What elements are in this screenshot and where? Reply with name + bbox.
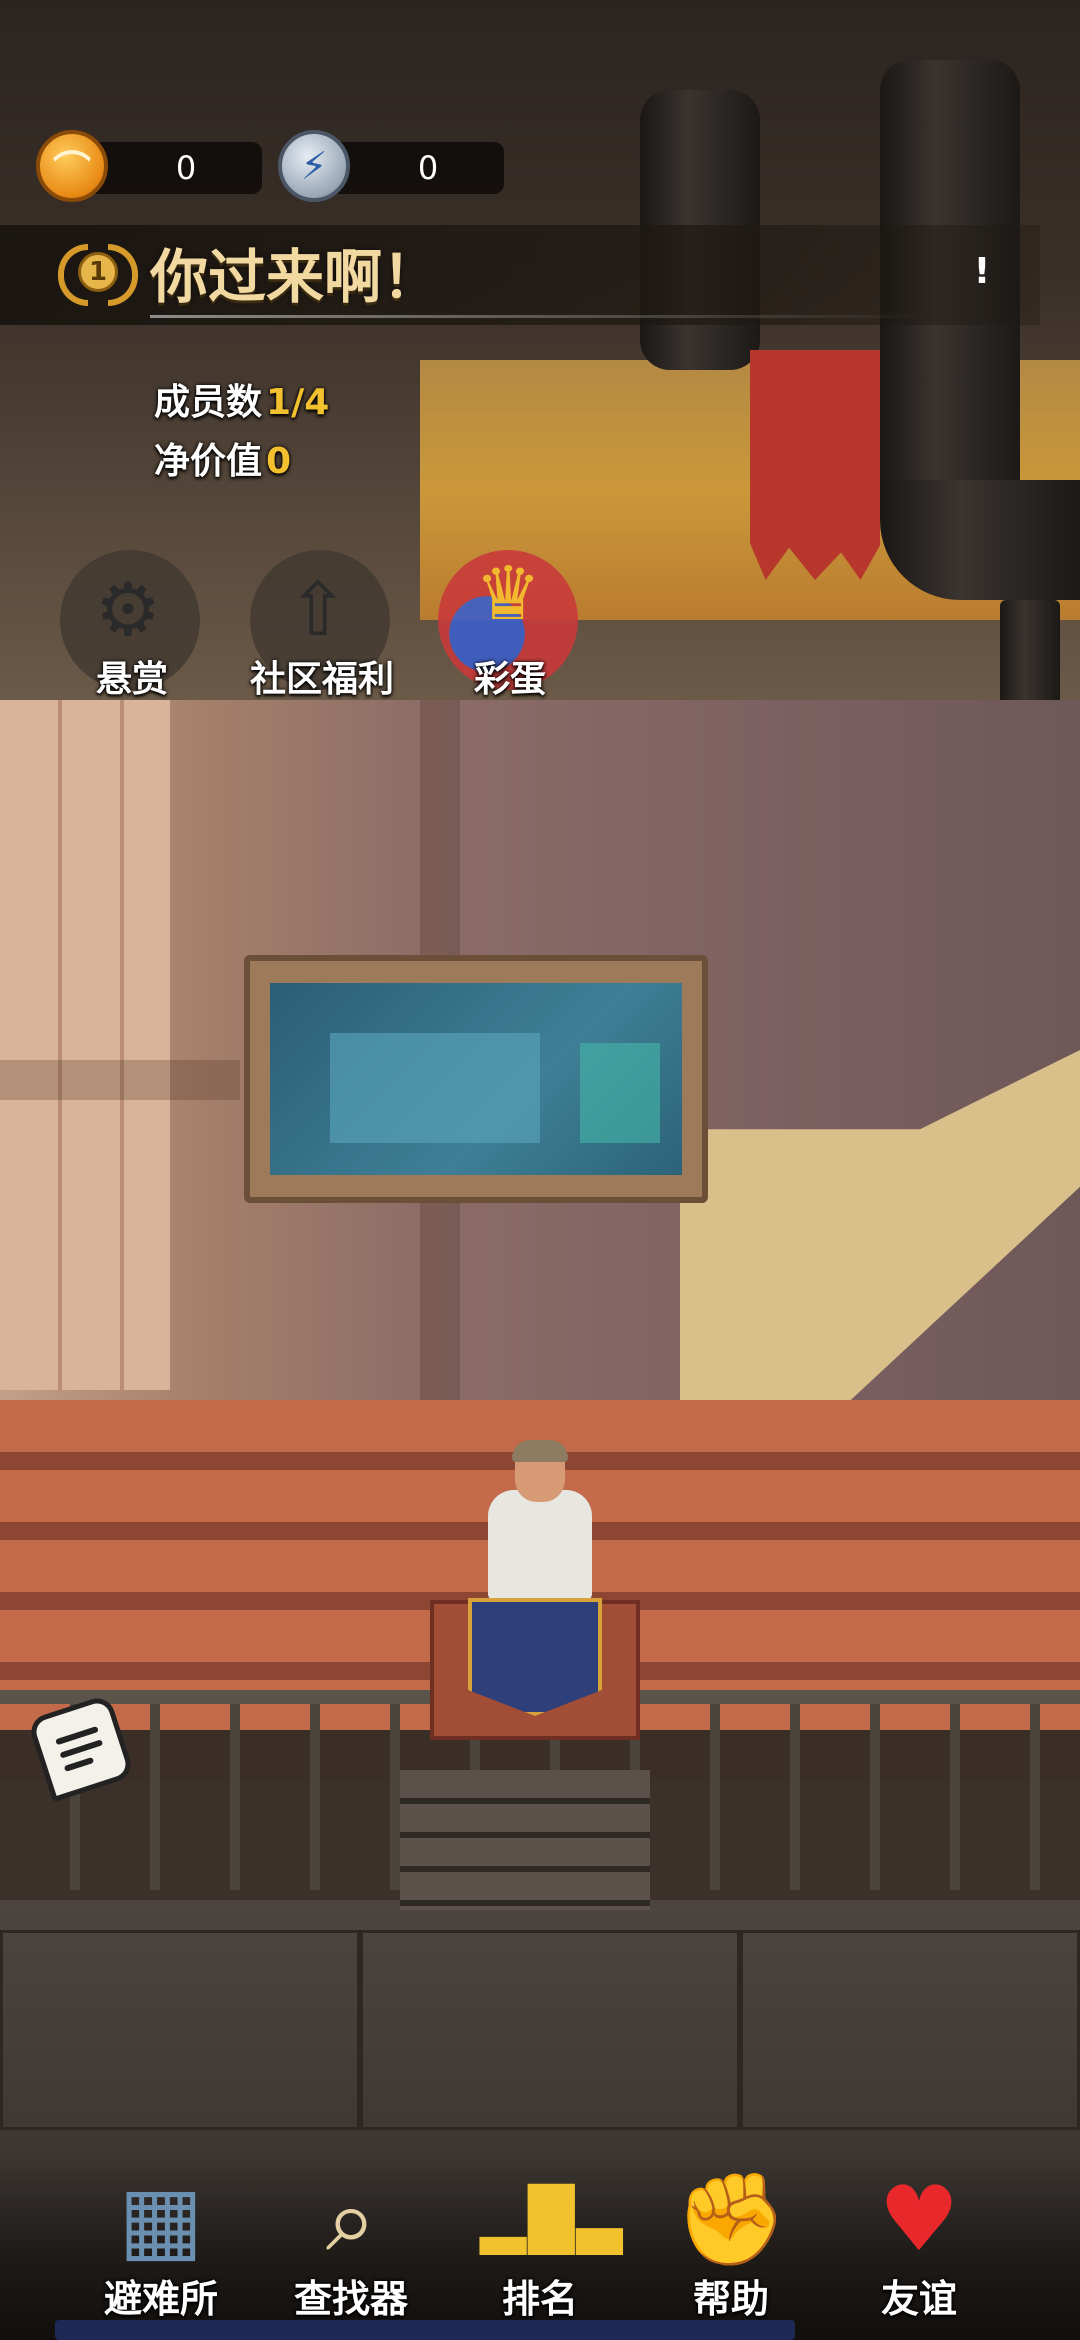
easter-egg-button[interactable]: ♛ 彩蛋 (400, 550, 600, 710)
npc-leader[interactable] (488, 1490, 592, 1600)
members-value: 1/4 (266, 382, 330, 423)
game-screen: ⌒ 0 ⚡ 0 1 你过来啊！ ! 成员数 1/4 净价值 0 ⚙ 悬赏 ⇧ 社区福… (0, 0, 1080, 2340)
bounty-icon: ⚙ (94, 567, 162, 653)
nav-finder[interactable]: ⌕ 查找器 (256, 2150, 446, 2330)
currency-gold-value: 0 (175, 149, 197, 187)
currency-gold[interactable]: ⌒ 0 (36, 130, 266, 202)
monitor-window (330, 1033, 540, 1143)
wall-monitor (244, 955, 708, 1203)
networth-label: 净价值 (154, 441, 263, 482)
help-handshake-icon: ✊ (674, 2167, 788, 2272)
nav-finder-label: 查找器 (293, 2277, 408, 2321)
monitor-window (580, 1043, 660, 1143)
lightning-coin-icon: ⚡ (278, 130, 350, 202)
scene-left-boards (0, 700, 170, 1390)
members-stat: 成员数 1/4 (154, 378, 329, 428)
currency-energy[interactable]: ⚡ 0 (278, 130, 508, 202)
rank-number: 1 (78, 252, 118, 292)
nav-ranking-label: 排名 (501, 2277, 578, 2321)
scene-steps (400, 1770, 650, 1910)
nav-help-label: 帮助 (692, 2277, 769, 2321)
bounty-button[interactable]: ⚙ 悬赏 (22, 550, 222, 710)
rank-laurel-icon: 1 (56, 240, 140, 320)
scene-red-banner (750, 350, 880, 580)
shelter-icon: ▦ (118, 2167, 204, 2272)
bounty-label: 悬赏 (95, 659, 168, 700)
nav-friendship[interactable]: ♥ 友谊 (824, 2150, 1014, 2330)
gold-coin-icon: ⌒ (36, 130, 108, 202)
easter-egg-label: 彩蛋 (473, 659, 546, 700)
page-title: 你过来啊！ (150, 243, 441, 311)
finder-icon: ⌕ (325, 2167, 377, 2272)
currency-energy-value: 0 (417, 149, 439, 187)
nav-friendship-label: 友谊 (880, 2277, 957, 2321)
networth-value: 0 (266, 441, 292, 482)
nav-ranking[interactable]: ▂█▃ 排名 (445, 2150, 635, 2330)
floor-tile (0, 1930, 360, 2130)
info-button[interactable]: ! (960, 250, 1004, 294)
floor-tile (740, 1930, 1080, 2130)
ranking-icon: ▂█▃ (480, 2185, 625, 2255)
scene-plank (0, 1060, 240, 1100)
community-benefits-icon: ⇧ (286, 567, 349, 653)
npc-leader-cap (512, 1440, 568, 1462)
monitor-screen (270, 983, 682, 1175)
members-label: 成员数 (154, 382, 263, 423)
nav-help[interactable]: ✊ 帮助 (636, 2150, 826, 2330)
networth-stat: 净价值 0 (154, 437, 291, 487)
community-benefits-label: 社区福利 (249, 659, 394, 700)
nav-shelter[interactable]: ▦ 避难所 (66, 2150, 256, 2330)
easter-egg-crown-icon: ♛ (474, 551, 542, 637)
friendship-heart-icon: ♥ (878, 2167, 960, 2272)
chat-icon-line (63, 1756, 95, 1772)
scene-pipe (880, 480, 1080, 600)
bottom-nav-strip (55, 2320, 795, 2340)
floor-tile (360, 1930, 740, 2130)
nav-shelter-label: 避难所 (103, 2277, 218, 2321)
